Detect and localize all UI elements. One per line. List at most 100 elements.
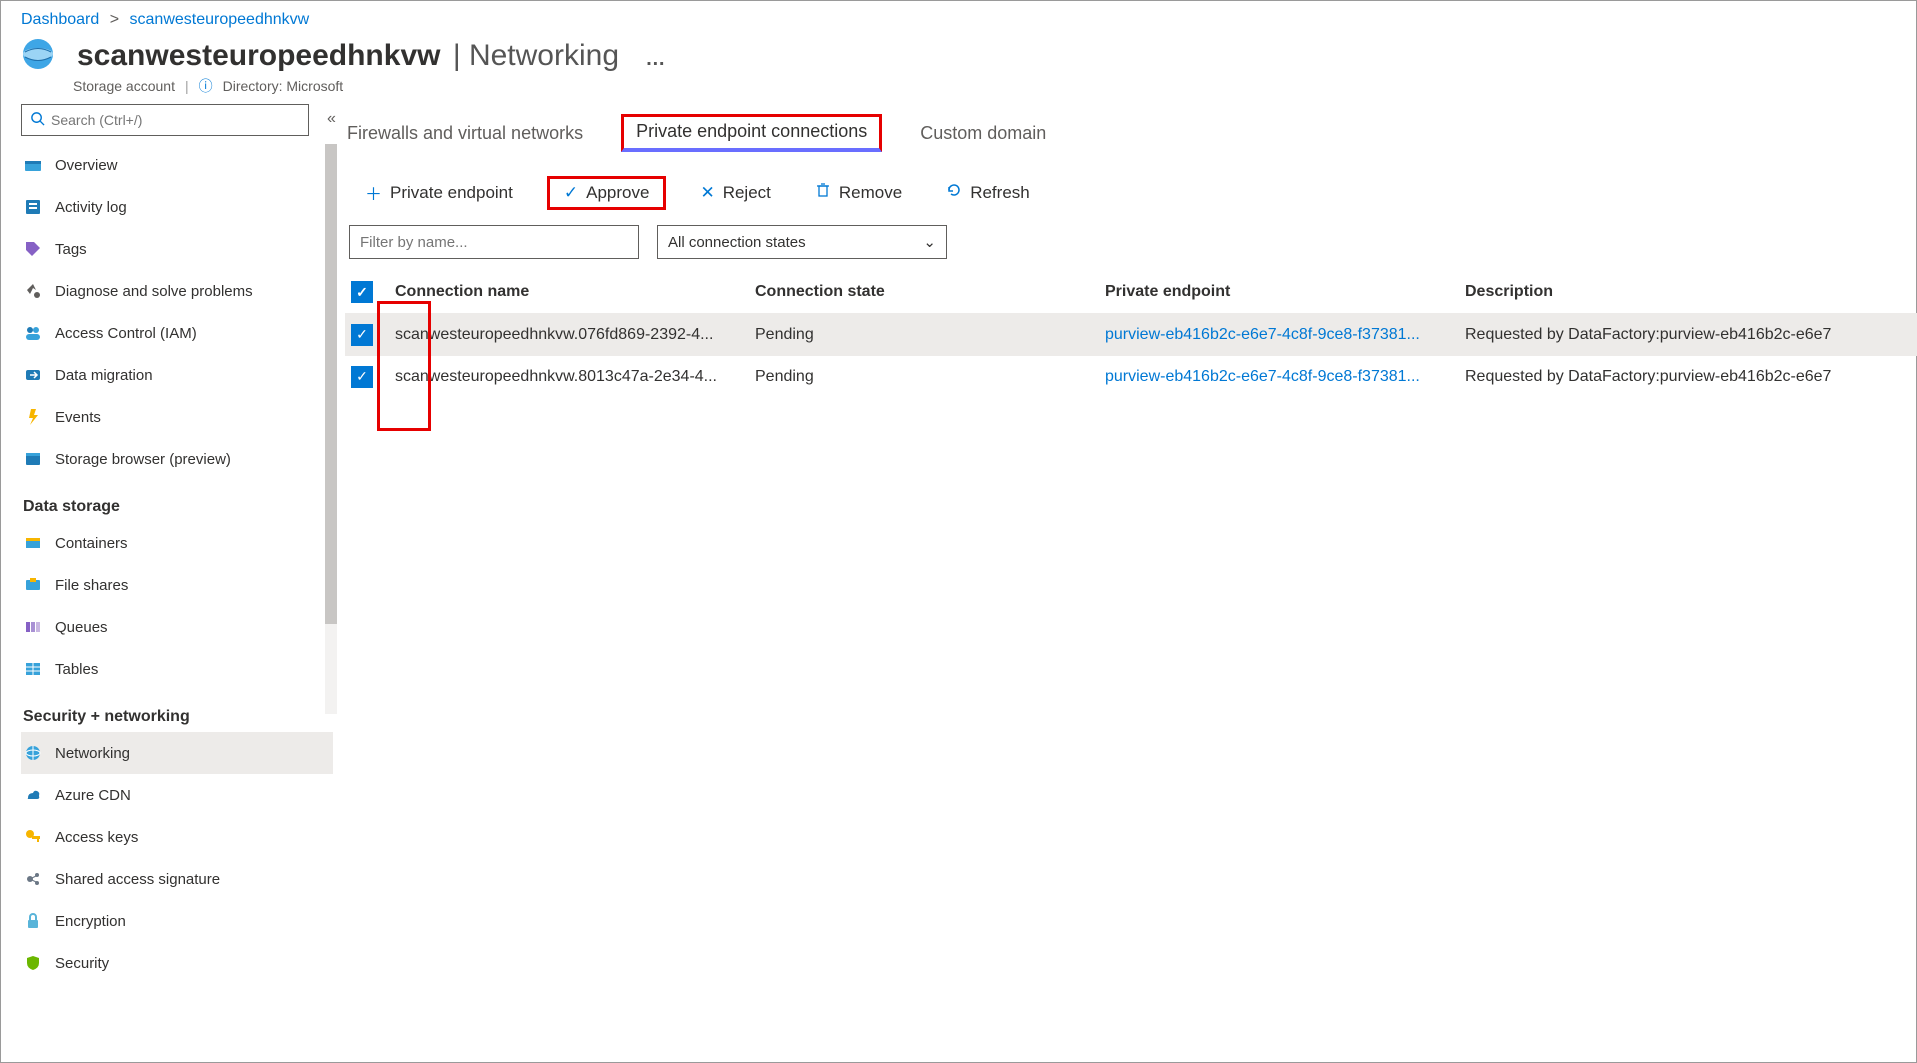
sidebar-item-label: Queues bbox=[55, 619, 108, 636]
sidebar-search[interactable] bbox=[21, 104, 309, 136]
col-description[interactable]: Description bbox=[1465, 283, 1917, 301]
migration-icon bbox=[23, 366, 43, 384]
breadcrumb: Dashboard > scanwesteuropeedhnkvw bbox=[1, 1, 1916, 31]
tab-firewalls[interactable]: Firewalls and virtual networks bbox=[345, 119, 585, 148]
refresh-icon bbox=[946, 182, 962, 203]
breadcrumb-current[interactable]: scanwesteuropeedhnkvw bbox=[130, 11, 310, 28]
dropdown-selected: All connection states bbox=[668, 234, 806, 251]
sidebar-item-label: Activity log bbox=[55, 199, 127, 216]
row-checkbox[interactable]: ✓ bbox=[351, 324, 373, 346]
remove-button[interactable]: Remove bbox=[805, 176, 912, 209]
sidebar-item-label: Access keys bbox=[55, 829, 138, 846]
sidebar-item-file-shares[interactable]: File shares bbox=[21, 564, 333, 606]
cell-description: Requested by DataFactory:purview-eb416b2… bbox=[1465, 326, 1917, 344]
sidebar-item-events[interactable]: Events bbox=[21, 396, 333, 438]
chevron-down-icon: ⌄ bbox=[923, 233, 936, 251]
sidebar-item-label: Tables bbox=[55, 661, 98, 678]
sidebar-nav: Overview Activity log Tags Diagnose and … bbox=[21, 144, 333, 984]
search-icon bbox=[30, 111, 45, 129]
sidebar-item-migration[interactable]: Data migration bbox=[21, 354, 333, 396]
cell-private-endpoint-link[interactable]: purview-eb416b2c-e6e7-4c8f-9ce8-f37381..… bbox=[1105, 326, 1465, 344]
activity-log-icon bbox=[23, 198, 43, 216]
sidebar-item-cdn[interactable]: Azure CDN bbox=[21, 774, 333, 816]
file-shares-icon bbox=[23, 576, 43, 594]
tables-icon bbox=[23, 660, 43, 678]
button-label: Refresh bbox=[970, 183, 1030, 203]
storage-browser-icon bbox=[23, 450, 43, 468]
tab-custom-domain[interactable]: Custom domain bbox=[918, 119, 1048, 148]
cell-private-endpoint-link[interactable]: purview-eb416b2c-e6e7-4c8f-9ce8-f37381..… bbox=[1105, 368, 1465, 386]
sidebar: « Overview Activity log Tags Diagnose an… bbox=[1, 104, 337, 1055]
tab-private-endpoint-connections[interactable]: Private endpoint connections bbox=[621, 114, 882, 152]
sidebar-item-tables[interactable]: Tables bbox=[21, 648, 333, 690]
filter-by-name-input[interactable] bbox=[349, 225, 639, 259]
sidebar-item-label: Storage browser (preview) bbox=[55, 451, 231, 468]
sidebar-item-networking[interactable]: Networking bbox=[21, 732, 333, 774]
sidebar-item-label: Diagnose and solve problems bbox=[55, 283, 253, 300]
sidebar-item-queues[interactable]: Queues bbox=[21, 606, 333, 648]
sidebar-item-containers[interactable]: Containers bbox=[21, 522, 333, 564]
table-row[interactable]: ✓ scanwesteuropeedhnkvw.8013c47a-2e34-4.… bbox=[345, 355, 1917, 397]
command-bar: ＋Private endpoint ✓Approve ✕ Reject Remov… bbox=[345, 168, 1917, 225]
sidebar-item-access-keys[interactable]: Access keys bbox=[21, 816, 333, 858]
table-row[interactable]: ✓ scanwesteuropeedhnkvw.076fd869-2392-4.… bbox=[345, 313, 1917, 355]
col-connection-name[interactable]: Connection name bbox=[395, 283, 755, 301]
events-icon bbox=[23, 408, 43, 426]
button-label: Reject bbox=[723, 183, 771, 203]
sidebar-item-diagnose[interactable]: Diagnose and solve problems bbox=[21, 270, 333, 312]
directory-label: Directory: Microsoft bbox=[223, 78, 344, 94]
button-label: Approve bbox=[586, 183, 649, 203]
encryption-icon bbox=[23, 912, 43, 930]
sidebar-item-label: Shared access signature bbox=[55, 871, 220, 888]
cell-connection-state: Pending bbox=[755, 368, 1105, 386]
iam-icon bbox=[23, 324, 43, 342]
sidebar-item-storage-browser[interactable]: Storage browser (preview) bbox=[21, 438, 333, 480]
more-actions-icon[interactable]: … bbox=[627, 48, 667, 70]
sidebar-item-security[interactable]: Security bbox=[21, 942, 333, 984]
x-icon: ✕ bbox=[700, 183, 714, 203]
refresh-button[interactable]: Refresh bbox=[936, 176, 1040, 209]
sidebar-item-label: Access Control (IAM) bbox=[55, 325, 197, 342]
sidebar-item-label: Azure CDN bbox=[55, 787, 131, 804]
info-icon[interactable]: ⓘ bbox=[199, 76, 213, 96]
cell-description: Requested by DataFactory:purview-eb416b2… bbox=[1465, 368, 1917, 386]
sidebar-scrollbar-thumb[interactable] bbox=[325, 144, 337, 624]
col-connection-state[interactable]: Connection state bbox=[755, 283, 1105, 301]
cdn-icon bbox=[23, 786, 43, 804]
approve-button[interactable]: ✓Approve bbox=[547, 176, 667, 210]
button-label: Remove bbox=[839, 183, 902, 203]
sidebar-item-label: Containers bbox=[55, 535, 128, 552]
col-private-endpoint[interactable]: Private endpoint bbox=[1105, 283, 1465, 301]
sidebar-group-security-networking: Security + networking bbox=[21, 690, 333, 732]
sidebar-item-overview[interactable]: Overview bbox=[21, 144, 333, 186]
sidebar-item-label: Overview bbox=[55, 157, 118, 174]
tags-icon bbox=[23, 240, 43, 258]
select-all-checkbox[interactable]: ✓ bbox=[351, 281, 373, 303]
add-private-endpoint-button[interactable]: ＋Private endpoint bbox=[355, 174, 523, 211]
storage-account-icon bbox=[21, 37, 55, 74]
diagnose-icon bbox=[23, 282, 43, 300]
containers-icon bbox=[23, 534, 43, 552]
sidebar-item-tags[interactable]: Tags bbox=[21, 228, 333, 270]
sidebar-item-label: Encryption bbox=[55, 913, 126, 930]
access-keys-icon bbox=[23, 828, 43, 846]
security-icon bbox=[23, 954, 43, 972]
sidebar-item-activity-log[interactable]: Activity log bbox=[21, 186, 333, 228]
table-header: ✓ Connection name Connection state Priva… bbox=[345, 271, 1917, 313]
queues-icon bbox=[23, 618, 43, 636]
breadcrumb-separator: > bbox=[104, 11, 125, 28]
reject-button[interactable]: ✕ Reject bbox=[690, 177, 780, 209]
sidebar-search-input[interactable] bbox=[51, 112, 300, 128]
resource-name: scanwesteuropeedhnkvw bbox=[77, 39, 440, 72]
sidebar-scrollbar[interactable] bbox=[325, 144, 337, 714]
sidebar-item-label: Data migration bbox=[55, 367, 153, 384]
sidebar-item-iam[interactable]: Access Control (IAM) bbox=[21, 312, 333, 354]
breadcrumb-root[interactable]: Dashboard bbox=[21, 11, 99, 28]
sidebar-item-sas[interactable]: Shared access signature bbox=[21, 858, 333, 900]
connection-state-dropdown[interactable]: All connection states ⌄ bbox=[657, 225, 947, 259]
sidebar-collapse-icon[interactable]: « bbox=[327, 110, 336, 128]
sidebar-item-encryption[interactable]: Encryption bbox=[21, 900, 333, 942]
sidebar-item-label: File shares bbox=[55, 577, 128, 594]
row-checkbox[interactable]: ✓ bbox=[351, 366, 373, 388]
main-content: Firewalls and virtual networks Private e… bbox=[337, 104, 1917, 1055]
